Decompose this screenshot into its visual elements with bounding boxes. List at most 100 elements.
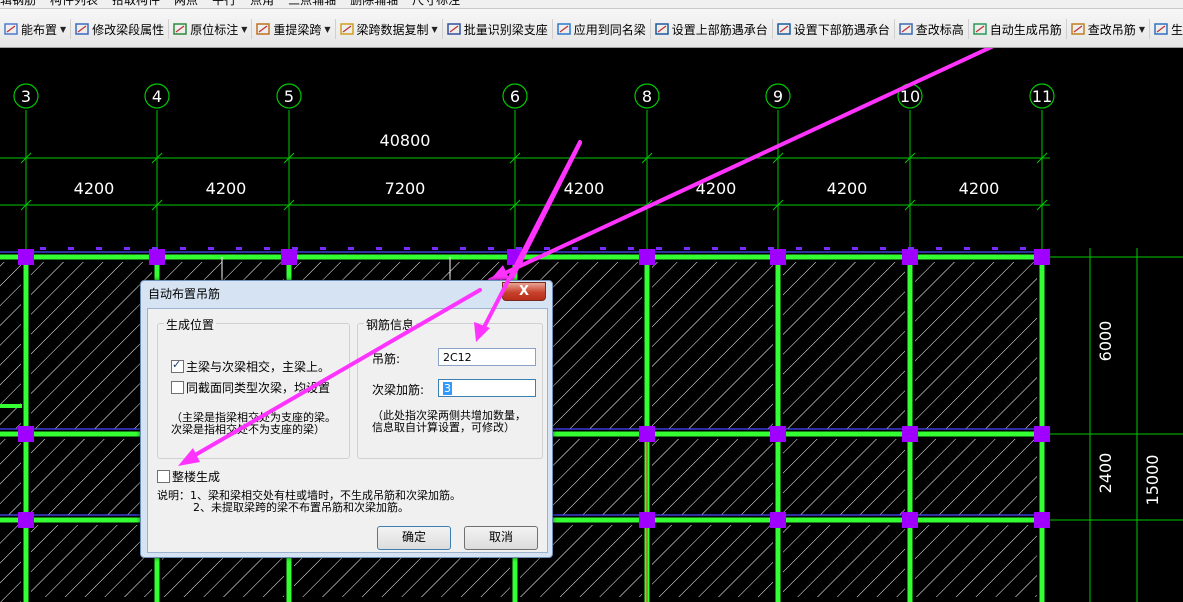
top-toolbar-item[interactable]: 尺寸标注 [412, 0, 460, 7]
whole-building-checkbox[interactable] [157, 470, 170, 483]
toolbar-button-label: 设置上部筋遇承台 [671, 22, 768, 37]
column [18, 426, 34, 442]
column [149, 249, 165, 265]
auto-hanger-dialog: 自动布置吊筋 X 生成位置 主梁与次梁相交，主梁上。 同截面同类型次梁，均设置 … [140, 280, 553, 558]
chevron-down-icon[interactable]: ▼ [241, 25, 247, 34]
dashed-marker [656, 247, 662, 250]
total-dimension: 40800 [380, 131, 431, 150]
same-section-checkbox[interactable] [171, 381, 184, 394]
top-toolbar-item[interactable]: 拾取构件 [112, 0, 160, 7]
column [281, 249, 297, 265]
toolbar-button-7[interactable]: 设置上部筋遇承台 [651, 19, 773, 39]
span-dimension: 4200 [564, 179, 605, 198]
top-toolbar-item[interactable]: 构件列表 [50, 0, 98, 7]
toolbar-button-2[interactable]: 原位标注 ▼ [169, 19, 253, 39]
hatched-slab [31, 525, 152, 597]
hanger-input[interactable]: 2C12 [438, 348, 536, 366]
toolbar-button-1[interactable]: 修改梁段属性 [71, 19, 170, 39]
chevron-down-icon[interactable]: ▼ [324, 25, 330, 34]
dialog-titlebar[interactable]: 自动布置吊筋 X [141, 281, 552, 305]
toolbar-button-6[interactable]: 应用到同名梁 [553, 19, 651, 39]
chevron-down-icon[interactable]: ▼ [60, 25, 66, 34]
dashed-marker [964, 247, 970, 250]
toolbar-button-12[interactable]: 生 [1150, 19, 1183, 39]
hatched-slab [783, 439, 905, 515]
rebar-info-group: 钢筋信息 吊筋: 2C12 次梁加筋: 3 （此处指次梁两侧共增加数量， 信息取… [357, 316, 543, 459]
dashed-marker [600, 247, 606, 250]
smart-layout-icon [4, 22, 18, 36]
dashed-marker [348, 247, 354, 250]
edit-beam-icon [75, 22, 89, 36]
hatched-slab [783, 525, 905, 597]
toolbar-button-label: 重提梁跨 [273, 22, 322, 37]
generate-icon [1154, 22, 1168, 36]
top-toolbar-item[interactable]: 辑钢筋 [0, 0, 36, 7]
main-beam-checkbox[interactable] [171, 358, 184, 373]
toolbar-button-8[interactable]: 设置下部筋遇承台 [773, 19, 895, 39]
dashed-marker [152, 247, 158, 250]
dashed-marker [236, 247, 242, 250]
span-copy-icon [339, 22, 354, 36]
toolbar-button-label: 设置下部筋遇承台 [793, 22, 890, 37]
column [770, 512, 786, 528]
hatched-slab [915, 439, 1037, 515]
toolbar-button-4[interactable]: 梁跨数据复制 ▼ [336, 19, 443, 39]
toolbar-button-10[interactable]: 自动生成吊筋 [969, 19, 1067, 39]
toolbar-button-11[interactable]: 查改吊筋 ▼ [1067, 19, 1150, 39]
toolbar-button-label: 能布置 [21, 22, 58, 37]
dashed-marker [880, 247, 886, 250]
dashed-marker [824, 247, 830, 250]
dashed-marker [488, 247, 494, 250]
dashed-marker [292, 247, 298, 250]
batch-support-icon [446, 22, 461, 36]
cancel-button[interactable]: 取消 [464, 526, 538, 550]
toolbar-button-5[interactable]: 批量识别梁支座 [443, 19, 553, 39]
column [18, 249, 34, 265]
position-group-label: 生成位置 [164, 316, 217, 333]
dashed-marker [264, 247, 270, 250]
axis-label: 8 [642, 87, 652, 106]
column [639, 512, 655, 528]
column [639, 249, 655, 265]
dashed-marker [180, 247, 186, 250]
dashed-marker [684, 247, 690, 250]
secondary-beam-rebar-input[interactable]: 3 [438, 379, 536, 397]
whole-building-label: 整楼生成 [172, 470, 221, 484]
axis-label: 4 [152, 87, 162, 106]
top-toolbar-item[interactable]: 两点 [174, 0, 198, 7]
dashed-marker [852, 247, 858, 250]
column [902, 512, 918, 528]
span-dimension: 4200 [74, 179, 115, 198]
toolbar-button-label: 梁跨数据复制 [356, 22, 429, 37]
dashed-marker [1020, 247, 1026, 250]
column [1034, 512, 1050, 528]
toolbar-button-3[interactable]: 重提梁跨 ▼ [252, 19, 336, 39]
dashed-marker [516, 247, 522, 250]
dashed-marker [740, 247, 746, 250]
toolbar-button-label: 自动生成吊筋 [989, 22, 1062, 37]
top-toolbar-item[interactable]: 平行 [212, 0, 236, 7]
chevron-down-icon[interactable]: ▼ [432, 25, 438, 34]
top-toolbar-item[interactable]: 三点辅轴 [288, 0, 336, 7]
column [770, 426, 786, 442]
span-dimension: 4200 [206, 179, 247, 198]
top-toolbar-item[interactable]: 点角 [250, 0, 274, 7]
chevron-down-icon[interactable]: ▼ [1139, 25, 1145, 34]
dashed-marker [992, 247, 998, 250]
position-group: 生成位置 主梁与次梁相交，主梁上。 同截面同类型次梁，均设置 （主梁是指梁相交处… [157, 316, 350, 459]
toolbar-button-label: 应用到同名梁 [573, 22, 646, 37]
dialog-title: 自动布置吊筋 [148, 287, 221, 301]
close-button[interactable]: X [502, 282, 546, 301]
hatched-slab [31, 262, 152, 429]
toolbar-button-0[interactable]: 能布置 ▼ [0, 19, 72, 39]
toolbar-button-9[interactable]: 查改标高 [895, 19, 969, 39]
dashed-marker [572, 247, 578, 250]
column [639, 426, 655, 442]
ok-button[interactable]: 确定 [377, 526, 451, 550]
dashed-marker [712, 247, 718, 250]
toolbar-button-label: 生 [1170, 22, 1183, 37]
top-toolbar-item[interactable]: 删除辅轴 [350, 0, 398, 7]
dashed-marker [796, 247, 802, 250]
same-section-option-label: 同截面同类型次梁，均设置 [186, 381, 331, 395]
toolbar-button-label: 原位标注 [190, 22, 239, 37]
